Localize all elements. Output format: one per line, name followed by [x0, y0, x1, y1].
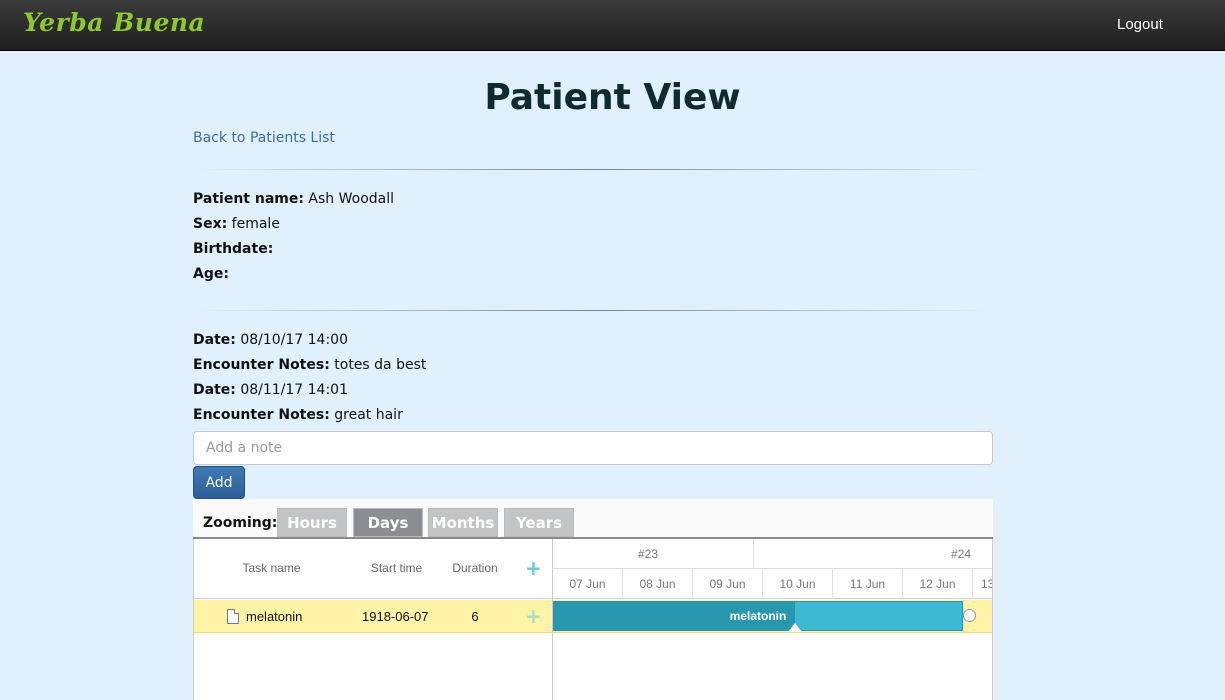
task-grid: Task name Start time Duration + melatoni… — [193, 539, 553, 700]
encounter-notes-value: totes da best — [334, 357, 427, 373]
col-duration[interactable]: Duration — [439, 561, 511, 575]
divider — [193, 310, 993, 311]
encounter-date-row: Date: 08/10/17 14:00 — [193, 332, 348, 348]
encounter-date-label: Date: — [193, 382, 236, 398]
brand-logo[interactable]: Yerba Buena — [23, 8, 205, 37]
col-task-name[interactable]: Task name — [229, 561, 314, 575]
task-start-cell: 1918-06-07 — [362, 609, 429, 624]
patient-sex-label: Sex: — [193, 216, 228, 232]
zoom-label: Zooming: — [203, 515, 278, 531]
divider — [193, 169, 993, 170]
add-subtask-icon[interactable]: + — [525, 606, 542, 626]
task-bar-label: melatonin — [729, 609, 787, 623]
zoom-hours-button[interactable]: Hours — [277, 508, 347, 537]
week-label: #23 — [638, 547, 659, 561]
task-grid-header: Task name Start time Duration + — [194, 539, 552, 599]
timeline-area: #23 #24 07 Jun 08 Jun 09 Jun 10 Jun 11 J… — [553, 539, 993, 700]
col-start-time[interactable]: Start time — [354, 561, 439, 575]
patient-age-label: Age: — [193, 266, 229, 282]
encounter-date-value: 08/11/17 14:01 — [240, 382, 348, 398]
link-handle-icon[interactable] — [963, 609, 976, 622]
task-name-cell: melatonin — [246, 609, 303, 624]
patient-sex-value: female — [231, 216, 280, 232]
week-label: #24 — [951, 547, 972, 561]
patient-name-label: Patient name: — [193, 191, 304, 207]
add-note-input[interactable] — [193, 431, 993, 465]
patient-name-value: Ash Woodall — [308, 191, 394, 207]
encounter-notes-label: Encounter Notes: — [193, 357, 330, 373]
patient-name-row: Patient name: Ash Woodall — [193, 191, 394, 207]
progress-drag-handle[interactable] — [787, 623, 802, 632]
task-duration-cell: 6 — [471, 609, 479, 624]
page-title: Patient View — [484, 77, 741, 118]
patient-birthdate-label: Birthdate: — [193, 241, 274, 257]
logout-link[interactable]: Logout — [1117, 16, 1163, 33]
encounter-date-label: Date: — [193, 332, 236, 348]
patient-birthdate-row: Birthdate: — [193, 241, 273, 257]
encounter-date-row: Date: 08/11/17 14:01 — [193, 382, 348, 398]
encounter-notes-value: great hair — [334, 407, 403, 423]
patient-sex-row: Sex: female — [193, 216, 280, 232]
week-scale: #23 #24 — [553, 539, 992, 569]
add-task-icon[interactable]: + — [525, 558, 542, 578]
day-label: 11 Jun — [833, 569, 903, 599]
zoom-months-button[interactable]: Months — [428, 508, 498, 537]
encounter-notes-label: Encounter Notes: — [193, 407, 330, 423]
day-label: 10 Jun — [763, 569, 833, 599]
add-note-button[interactable]: Add — [193, 466, 245, 499]
encounter-date-value: 08/10/17 14:00 — [240, 332, 348, 348]
day-label: 07 Jun — [553, 569, 623, 599]
patient-age-row: Age: — [193, 266, 229, 282]
zoom-toolbar: Zooming: Hours Days Months Years — [193, 499, 993, 539]
back-to-patients-link[interactable]: Back to Patients List — [193, 130, 335, 146]
zoom-days-button[interactable]: Days — [353, 508, 423, 537]
day-label: 08 Jun — [623, 569, 693, 599]
zoom-years-button[interactable]: Years — [504, 508, 574, 537]
table-row[interactable]: melatonin 1918-06-07 6 + — [194, 600, 552, 633]
day-label: 12 Jun — [903, 569, 973, 599]
gantt-chart: Zooming: Hours Days Months Years Task na… — [193, 499, 993, 700]
day-scale: 07 Jun 08 Jun 09 Jun 10 Jun 11 Jun 12 Ju… — [553, 569, 992, 599]
day-label: 13 — [973, 569, 992, 599]
navbar: Yerba Buena Logout — [0, 0, 1225, 51]
file-icon — [227, 609, 239, 624]
encounter-notes-row: Encounter Notes: great hair — [193, 407, 403, 423]
task-bar[interactable]: melatonin — [553, 601, 963, 631]
encounter-notes-row: Encounter Notes: totes da best — [193, 357, 426, 373]
day-label: 09 Jun — [693, 569, 763, 599]
